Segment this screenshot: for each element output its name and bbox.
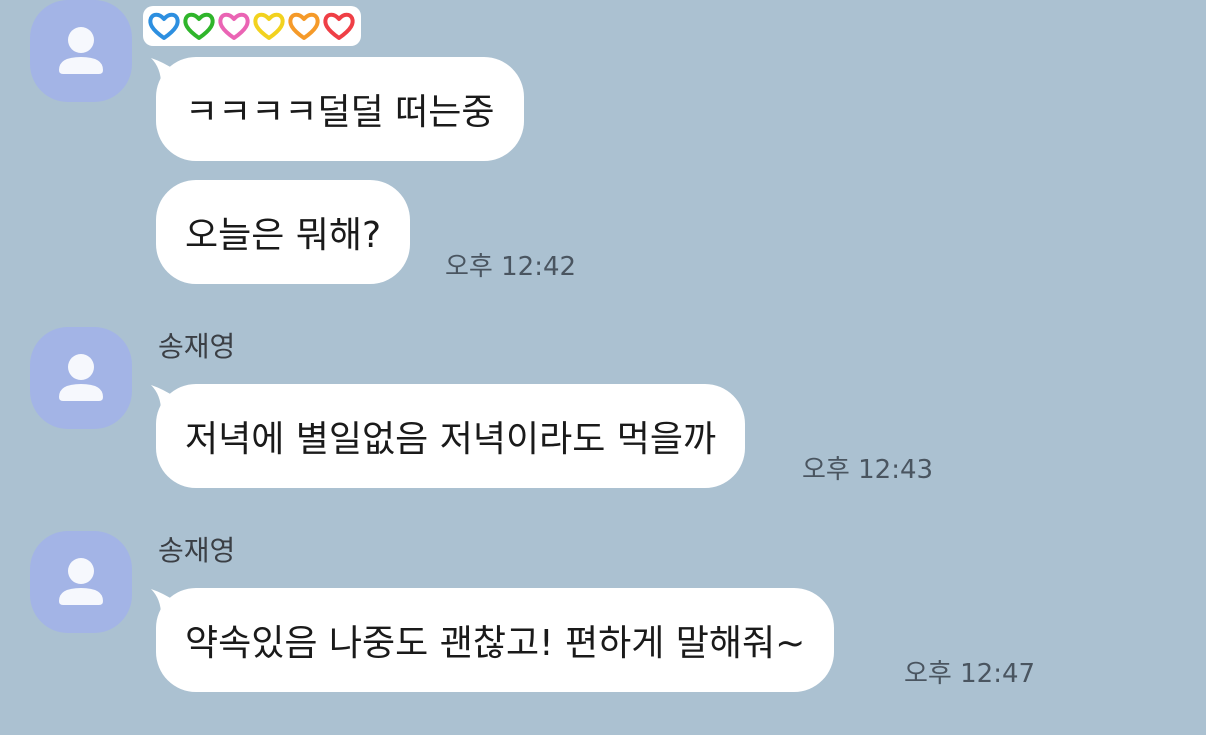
message-bubble[interactable]: 약속있음 나중도 괜찮고! 편하게 말해줘~ xyxy=(156,588,835,692)
message-timestamp: 오후 12:47 xyxy=(904,659,1036,689)
message-timestamp: 오후 12:43 xyxy=(802,455,934,485)
red-heart-icon xyxy=(323,12,355,40)
message-text: 오늘은 뭐해? xyxy=(185,215,382,256)
profile-avatar[interactable] xyxy=(30,0,132,102)
sender-name: 송재영 xyxy=(158,330,236,363)
message-bubble[interactable]: ㅋㅋㅋㅋ덜덜 떠는중 xyxy=(156,57,524,161)
blue-heart-icon xyxy=(148,12,180,40)
profile-avatar[interactable] xyxy=(30,327,132,429)
message-timestamp: 오후 12:42 xyxy=(445,252,577,282)
profile-avatar[interactable] xyxy=(30,531,132,633)
message-text: 저녁에 별일없음 저녁이라도 먹을까 xyxy=(185,419,717,460)
message-text: ㅋㅋㅋㅋ덜덜 떠는중 xyxy=(185,92,495,133)
person-icon xyxy=(59,558,103,605)
yellow-heart-icon xyxy=(253,12,285,40)
orange-heart-icon xyxy=(288,12,320,40)
message-bubble[interactable]: 저녁에 별일없음 저녁이라도 먹을까 xyxy=(156,384,746,488)
green-heart-icon xyxy=(183,12,215,40)
message-bubble[interactable]: 오늘은 뭐해? xyxy=(156,180,411,284)
message-text: 약속있음 나중도 괜찮고! 편하게 말해줘~ xyxy=(185,623,806,664)
sender-name: 송재영 xyxy=(158,534,236,567)
pink-heart-icon xyxy=(218,12,250,40)
heart-status-sticker xyxy=(143,6,361,46)
person-icon xyxy=(59,354,103,401)
person-icon xyxy=(59,27,103,74)
